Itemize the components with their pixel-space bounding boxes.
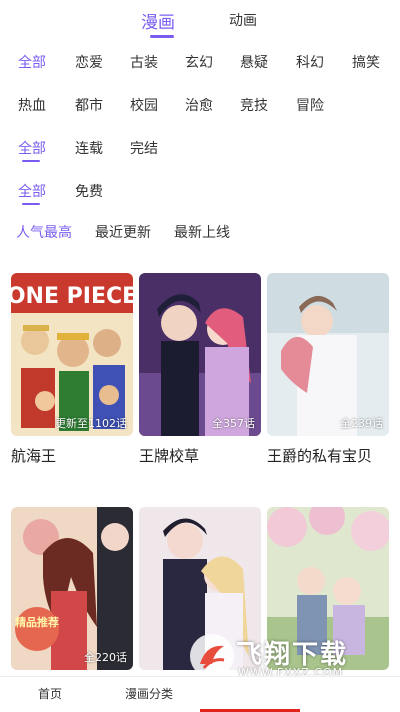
comic-title: 航海王	[11, 447, 57, 465]
genre-adventure[interactable]: 冒险	[296, 95, 324, 115]
svg-text:ONE PIECE: ONE PIECE	[11, 284, 133, 309]
comic-card[interactable]: 全239话 王爵的私有宝贝	[267, 273, 389, 466]
price-filter-row: 全部 免费	[0, 181, 400, 205]
genre-all[interactable]: 全部	[18, 52, 46, 72]
genre-mystery[interactable]: 悬疑	[240, 52, 268, 72]
badge-line-1: 精品推荐	[15, 615, 59, 629]
genre-urban[interactable]: 都市	[75, 95, 103, 115]
price-all[interactable]: 全部	[18, 181, 46, 201]
comic-cover: 全239话	[267, 273, 389, 436]
bottom-nav: 首页 漫画分类	[0, 676, 400, 712]
comic-card[interactable]: ONE PIECE 更新至1102话 航海王	[11, 273, 133, 466]
status-ongoing[interactable]: 连载	[75, 138, 103, 158]
sort-newest[interactable]: 最新上线	[174, 222, 230, 242]
tab-underline	[150, 35, 174, 38]
price-free[interactable]: 免费	[75, 181, 103, 201]
genre-filter-row-2: 热血 都市 校园 治愈 竞技 冒险	[0, 95, 400, 119]
tab-anime[interactable]: 动画	[229, 10, 257, 30]
episode-count: 全239话	[340, 417, 383, 430]
comic-title: 王爵的私有宝贝	[267, 447, 373, 465]
watermark-logo-icon	[190, 634, 234, 678]
genre-fantasy[interactable]: 玄幻	[185, 52, 213, 72]
tab-manga[interactable]: 漫画	[141, 8, 175, 33]
genre-romance[interactable]: 恋爱	[75, 52, 103, 72]
genre-campus[interactable]: 校园	[130, 95, 158, 115]
status-all[interactable]: 全部	[18, 138, 46, 158]
sort-popular[interactable]: 人气最高	[16, 222, 72, 242]
nav-home[interactable]: 首页	[38, 685, 62, 702]
comic-card[interactable]: 全357话 王牌校草	[139, 273, 261, 466]
price-active-bar	[22, 203, 40, 205]
comic-card[interactable]: 精品推荐 全220话	[11, 507, 133, 679]
episode-count: 全357话	[212, 417, 255, 430]
comic-title: 王牌校草	[139, 447, 200, 465]
genre-healing[interactable]: 治愈	[185, 95, 213, 115]
genre-comedy[interactable]: 搞笑	[352, 52, 380, 72]
comic-cover: 精品推荐 全220话	[11, 507, 133, 670]
episode-count: 全220话	[84, 651, 127, 664]
genre-filter-row: 全部 恋爱 古装 玄幻 悬疑 科幻 搞笑	[0, 52, 400, 76]
comic-cover: ONE PIECE 更新至1102话	[11, 273, 133, 436]
comic-cover: 全357话	[139, 273, 261, 436]
genre-scifi[interactable]: 科幻	[296, 52, 324, 72]
nav-manga-category[interactable]: 漫画分类	[125, 685, 173, 702]
status-filter-row: 全部 连载 完结	[0, 138, 400, 162]
episode-count: 更新至1102话	[55, 417, 127, 430]
status-completed[interactable]: 完结	[130, 138, 158, 158]
top-tabs: 漫画 动画	[0, 8, 400, 38]
genre-sports[interactable]: 竞技	[240, 95, 268, 115]
status-active-bar	[22, 160, 40, 162]
genre-costume[interactable]: 古装	[130, 52, 158, 72]
genre-hot-blood[interactable]: 热血	[18, 95, 46, 115]
sort-recent-update[interactable]: 最近更新	[95, 222, 151, 242]
sort-row: 人气最高 最近更新 最新上线	[0, 222, 400, 246]
